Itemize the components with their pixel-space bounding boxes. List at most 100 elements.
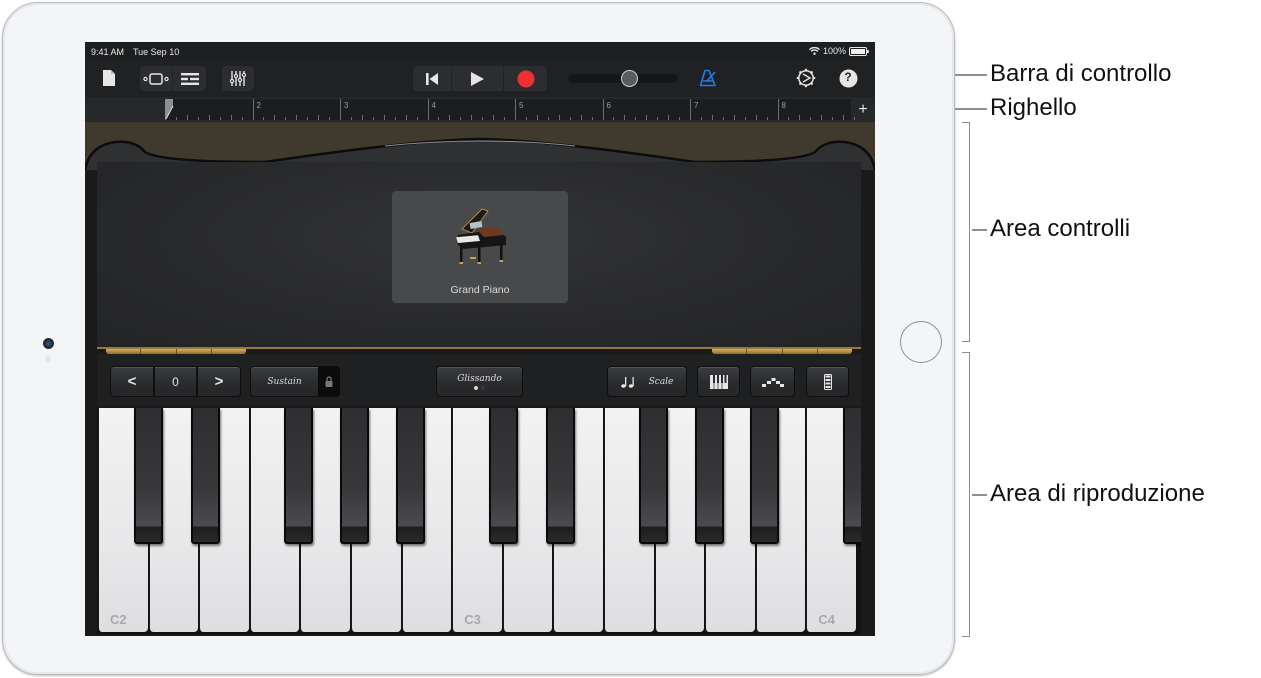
ruler-tick	[350, 117, 352, 120]
callout-line-play-area	[972, 494, 987, 496]
list-view-button[interactable]	[173, 66, 206, 91]
ruler-tick	[471, 115, 473, 120]
black-key-f-sharp3[interactable]	[638, 408, 668, 544]
black-key-c-sharp3[interactable]	[488, 408, 518, 544]
ruler-tick	[547, 117, 549, 120]
master-volume-slider[interactable]	[568, 70, 678, 87]
ruler-tick	[679, 117, 681, 120]
metronome-button[interactable]	[697, 67, 719, 89]
ruler-tick	[558, 115, 560, 120]
my-songs-button[interactable]	[98, 67, 120, 89]
settings-button[interactable]	[795, 67, 817, 89]
arpeggiator-button[interactable]	[750, 366, 795, 397]
status-right: 100%	[808, 46, 869, 56]
mixer-icon	[230, 71, 246, 86]
keyboard-size-button[interactable]	[806, 366, 849, 397]
ruler-bar-marker: 2	[252, 99, 261, 120]
light-sensor	[45, 356, 51, 362]
sustain-button[interactable]: Sustain	[250, 366, 319, 397]
mixer-button[interactable]	[222, 66, 254, 91]
playhead-icon[interactable]	[164, 99, 174, 120]
battery-percent: 100%	[822, 46, 846, 56]
black-key-a-sharp3[interactable]	[750, 408, 780, 544]
mixer-button-inner	[222, 66, 254, 91]
ruler-tick	[668, 115, 670, 120]
black-key-f-sharp2[interactable]	[284, 408, 314, 544]
tracks-view-button[interactable]	[140, 66, 173, 91]
notes-icon	[620, 376, 634, 388]
volume-knob[interactable]	[620, 70, 638, 87]
ruler-tick	[186, 115, 188, 120]
keyboard-layout-button[interactable]	[697, 366, 740, 397]
octave-up-button[interactable]: >	[197, 366, 241, 397]
ruler-tick	[657, 117, 659, 120]
ruler-tick	[799, 115, 801, 120]
ruler-tick	[307, 117, 309, 120]
ruler-tick	[361, 115, 363, 120]
black-key-g-sharp2[interactable]	[340, 408, 370, 544]
play-icon	[471, 71, 484, 86]
callout-ruler: Righello	[990, 94, 1077, 121]
sustain-lock-button[interactable]	[318, 366, 340, 397]
black-key-c-sharp4[interactable]	[842, 408, 861, 544]
lock-icon	[325, 376, 333, 387]
ruler-tick	[525, 117, 527, 120]
black-key-d-sharp2[interactable]	[191, 408, 221, 544]
ruler-tick	[493, 115, 495, 120]
list-view-icon	[180, 72, 199, 85]
page-dot-active	[474, 385, 478, 390]
go-to-beginning-button[interactable]	[413, 66, 452, 91]
play-area-keyboard[interactable]: C2 C3 C4	[97, 408, 861, 634]
add-section-button[interactable]: +	[853, 100, 873, 120]
ruler-tick	[700, 117, 702, 120]
help-button[interactable]: ?	[837, 67, 859, 89]
status-date: Tue Sep 10	[133, 47, 180, 57]
black-key-g-sharp3[interactable]	[694, 408, 724, 544]
view-toggle-group	[140, 66, 206, 91]
status-bar: 9:41 AM Tue Sep 10 100%	[85, 42, 875, 60]
ruler[interactable]: 12345678 +	[85, 97, 875, 122]
callout-control-bar: Barra di controllo	[990, 60, 1172, 87]
glissando-page-dots	[474, 385, 485, 390]
ruler-bar-number: 8	[781, 101, 786, 110]
page-dot	[481, 385, 485, 390]
ruler-bar-number: 2	[256, 101, 261, 110]
octave-down-button[interactable]: <	[110, 366, 154, 397]
ruler-tick	[580, 115, 582, 120]
ruler-tick	[624, 115, 626, 120]
ruler-tick	[263, 117, 265, 120]
transport-controls	[413, 66, 547, 91]
keyboard-control-strip: < 0 > Sustain Glissando Scale	[97, 354, 861, 406]
ruler-tick	[821, 115, 823, 120]
ruler-tick	[843, 115, 845, 120]
ruler-tick	[219, 117, 221, 120]
ruler-tick	[449, 115, 451, 120]
play-button[interactable]	[452, 66, 504, 91]
home-button[interactable]	[900, 321, 942, 363]
instrument-browser-button[interactable]: Grand Piano	[392, 191, 568, 303]
ruler-strip[interactable]: 12345678	[165, 99, 856, 120]
ruler-tick	[744, 117, 746, 120]
record-button[interactable]	[504, 66, 547, 91]
ruler-bar-number: 3	[344, 101, 349, 110]
document-icon	[103, 70, 115, 86]
ruler-bar-marker: 6	[602, 99, 611, 120]
ruler-tick	[329, 117, 331, 120]
ruler-tick	[460, 117, 462, 120]
ruler-tick	[285, 117, 287, 120]
piano-body: Grand Piano < 0 > Sustain Glissando Scal…	[85, 122, 875, 636]
ruler-tick	[722, 117, 724, 120]
ruler-bar-marker: 4	[427, 99, 436, 120]
scale-button[interactable]: Scale	[607, 366, 687, 397]
ruler-bar-number: 5	[519, 101, 524, 110]
garageband-screen: 9:41 AM Tue Sep 10 100% ? 2 3 4 5 6 7 8 …	[85, 42, 875, 636]
black-key-c-sharp2[interactable]	[134, 408, 164, 544]
metronome-icon	[699, 69, 716, 87]
black-key-d-sharp3[interactable]	[545, 408, 575, 544]
help-label: ?	[844, 70, 852, 84]
black-key-a-sharp2[interactable]	[396, 408, 426, 544]
callout-line-ruler	[955, 108, 987, 110]
ruler-tick	[197, 117, 199, 120]
ruler-tick	[591, 117, 593, 120]
glissando-button[interactable]: Glissando	[436, 366, 523, 397]
